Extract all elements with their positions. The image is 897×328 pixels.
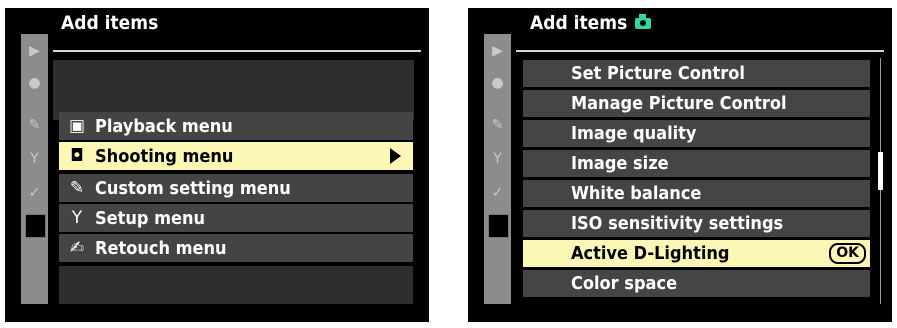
page-title: Add items (61, 12, 159, 34)
camera-icon[interactable]: ● (484, 68, 511, 98)
playback-icon: ▣ (68, 116, 86, 136)
list-item[interactable]: White balance (523, 180, 870, 207)
add-items-shooting-screen: ▶ ● ✎ Y ✓ Add items Set Picture Control … (468, 8, 892, 322)
menu-item-custom-setting[interactable]: ✎ Custom setting menu (59, 174, 413, 202)
menu-item-playback[interactable]: ▣ Playback menu (59, 112, 413, 140)
pencil-icon: ✎ (69, 178, 85, 198)
scrollbar-thumb[interactable] (878, 151, 883, 190)
camera-icon: ◘ (70, 146, 84, 166)
title-divider (516, 50, 884, 52)
retouch-icon[interactable]: ✓ (484, 178, 511, 208)
my-menu-icon[interactable] (25, 214, 46, 238)
menu-item-retouch[interactable]: ✍ Retouch menu (59, 234, 413, 262)
list-item-selected[interactable]: Active D-Lighting OK (523, 240, 870, 267)
pencil-icon[interactable]: ✎ (21, 110, 48, 140)
list-item[interactable]: Set Picture Control (523, 60, 870, 87)
title-divider (53, 50, 421, 52)
empty-panel-bottom (59, 266, 413, 304)
pencil-icon[interactable]: ✎ (484, 110, 511, 140)
list-item[interactable]: Color space (523, 270, 870, 297)
list-item[interactable]: ISO sensitivity settings (523, 210, 870, 237)
list-item[interactable]: Image quality (523, 120, 870, 147)
menu-sidebar: ▶ ● ✎ Y ✓ (21, 34, 48, 304)
wrench-icon[interactable]: Y (21, 144, 48, 174)
ok-badge: OK (829, 243, 866, 264)
menu-sidebar: ▶ ● ✎ Y ✓ (484, 34, 511, 304)
list-item[interactable]: Image size (523, 150, 870, 177)
list-item[interactable]: Manage Picture Control (523, 90, 870, 117)
my-menu-icon[interactable] (488, 214, 509, 238)
add-items-menu-screen: ▶ ● ✎ Y ✓ Add items ▣ Playback menu ◘ Sh… (5, 8, 429, 322)
wrench-icon[interactable]: Y (484, 144, 511, 174)
menu-item-shooting[interactable]: ◘ Shooting menu (59, 142, 413, 170)
playback-icon[interactable]: ▶ (21, 36, 48, 66)
page-title: Add items (530, 12, 652, 34)
playback-icon[interactable]: ▶ (484, 36, 511, 66)
retouch-icon[interactable]: ✓ (21, 178, 48, 208)
menu-item-setup[interactable]: Y Setup menu (59, 204, 413, 232)
arrow-right-icon (390, 148, 401, 164)
wrench-icon: Y (71, 208, 83, 228)
camera-icon[interactable]: ● (21, 68, 48, 98)
camera-icon (635, 14, 652, 29)
retouch-icon: ✍ (69, 238, 85, 258)
empty-panel (53, 60, 414, 120)
